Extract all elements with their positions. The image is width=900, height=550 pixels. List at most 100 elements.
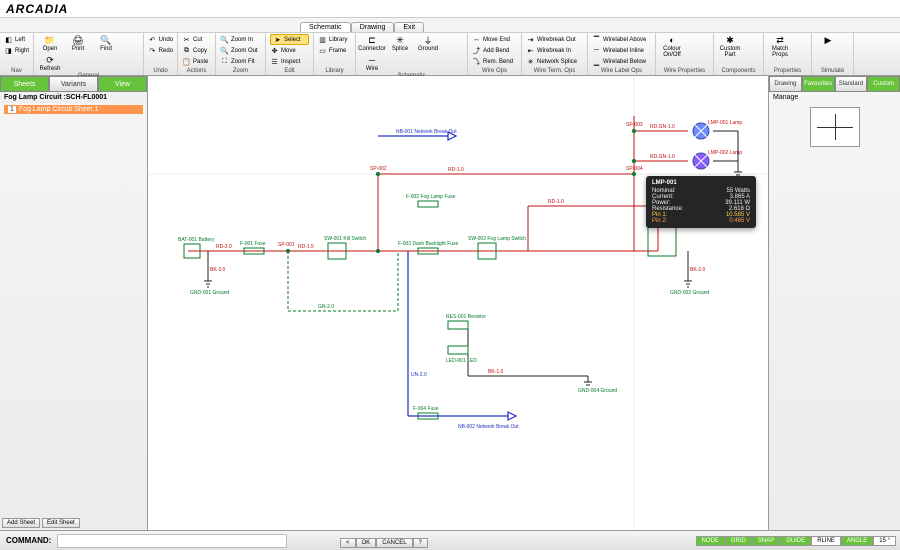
ground-icon: ⏚ <box>422 34 434 46</box>
undo-button[interactable]: ↶Undo <box>148 34 173 45</box>
toggle-guide[interactable]: GUIDE <box>780 536 811 546</box>
wirelabel-below-button[interactable]: ▁Wirelabel Below <box>592 56 651 67</box>
svg-text:GND-001 Ground: GND-001 Ground <box>190 290 229 296</box>
rtab-standard[interactable]: Standard <box>835 76 868 92</box>
edit-sheet-button[interactable]: Edit Sheet <box>42 518 80 528</box>
cmd-back-button[interactable]: < <box>340 538 356 548</box>
svg-text:F-002 Fog Lamp Fuse: F-002 Fog Lamp Fuse <box>406 194 456 200</box>
tab-variants[interactable]: Variants <box>49 76 98 92</box>
frame-button[interactable]: ▭Frame <box>318 45 351 56</box>
match-props-button[interactable]: ⇄Match Props <box>768 34 792 58</box>
nav-right[interactable]: ◨Right <box>4 45 29 56</box>
add-bend-icon: ⤴ <box>472 46 481 55</box>
wirebreak-out-button[interactable]: ⇥Wirebreak Out <box>526 34 583 45</box>
open-button[interactable]: 📁Open <box>38 34 62 52</box>
svg-text:GN-2.0: GN-2.0 <box>318 304 334 310</box>
simulate-button[interactable]: ▶ <box>816 34 840 46</box>
rtab-drawing[interactable]: Drawing <box>769 76 802 92</box>
copy-button[interactable]: ⧉Copy <box>182 45 211 56</box>
tab-exit[interactable]: Exit <box>394 22 424 32</box>
play-icon: ▶ <box>822 34 834 46</box>
ground-button[interactable]: ⏚Ground <box>416 34 440 52</box>
group-undo-label: Undo <box>148 67 173 75</box>
rem-bend-button[interactable]: ⤵Rem. Bend <box>472 56 517 67</box>
move-end-icon: ↔ <box>472 35 481 44</box>
tree-item-index: 1 <box>8 106 16 113</box>
refresh-button[interactable]: ⟳Refresh <box>38 54 62 72</box>
toggle-node[interactable]: NODE <box>696 536 725 546</box>
svg-text:NB-001 Network Break Out: NB-001 Network Break Out <box>396 129 457 135</box>
move-button[interactable]: ✥Move <box>270 45 309 56</box>
tab-drawing[interactable]: Drawing <box>351 22 395 32</box>
tree-item[interactable]: 1 Fog Lamp Circuit Sheet 1 <box>4 105 143 114</box>
square-icon: ◧ <box>4 35 13 44</box>
zoom-fit-button[interactable]: ⛶Zoom Fit <box>220 56 261 67</box>
tab-sheets[interactable]: Sheets <box>0 76 49 92</box>
zoom-in-button[interactable]: 🔍Zoom In <box>220 34 261 45</box>
library-button[interactable]: ▥Library <box>318 34 351 45</box>
label-inline-icon: ─ <box>592 46 601 55</box>
label-above-icon: ▔ <box>592 35 601 44</box>
nav-left[interactable]: ◧Left <box>4 34 29 45</box>
add-sheet-button[interactable]: Add Sheet <box>2 518 40 528</box>
wirebreak-in-button[interactable]: ⇤Wirebreak In <box>526 45 583 56</box>
cmd-ok-button[interactable]: OK <box>356 538 377 548</box>
svg-text:BAT-001 Battery: BAT-001 Battery <box>178 237 215 243</box>
cmd-help-button[interactable]: ? <box>413 538 428 548</box>
svg-text:BK-2.0: BK-2.0 <box>690 267 706 273</box>
print-button[interactable]: 🖨Print <box>66 34 90 52</box>
svg-text:F-003 Dash Backlight Fuse: F-003 Dash Backlight Fuse <box>398 241 459 247</box>
svg-text:RES-001 Resistor: RES-001 Resistor <box>446 314 486 320</box>
rtab-favourites[interactable]: Favourites <box>802 76 835 92</box>
paste-button[interactable]: 📋Paste <box>182 56 211 67</box>
inspect-button[interactable]: ☰Inspect <box>270 56 309 67</box>
rtab-custom[interactable]: Custom <box>867 76 900 92</box>
toggle-snap[interactable]: SNAP <box>752 536 780 546</box>
svg-text:F-004 Fuse: F-004 Fuse <box>413 406 439 412</box>
wirebreak-in-icon: ⇤ <box>526 46 535 55</box>
toggle-angle[interactable]: ANGLE <box>841 536 873 546</box>
splice-icon: ✳ <box>394 34 406 46</box>
svg-text:GND-004 Ground: GND-004 Ground <box>578 388 617 394</box>
colour-icon: ◐ <box>666 34 678 46</box>
cursor-icon: ➤ <box>273 35 282 44</box>
add-bend-button[interactable]: ⤴Add Bend <box>472 45 517 56</box>
move-end-button[interactable]: ↔Move End <box>472 34 517 45</box>
select-button[interactable]: ➤Select <box>270 34 309 45</box>
command-input[interactable] <box>57 534 287 548</box>
wirelabel-inline-button[interactable]: ─Wirelabel Inline <box>592 45 651 56</box>
svg-text:GND-002 Ground: GND-002 Ground <box>670 290 709 296</box>
toggle-rline[interactable]: RLINE <box>811 536 841 546</box>
zoom-out-icon: 🔍 <box>220 46 229 55</box>
toggle-grid[interactable]: GRID <box>725 536 752 546</box>
colour-toggle-button[interactable]: ◐Colour On/Off <box>660 34 684 58</box>
mode-tabs: Schematic Drawing Exit <box>0 18 900 32</box>
network-splice-button[interactable]: ✳Network Splice <box>526 56 583 67</box>
cmd-cancel-button[interactable]: CANCEL <box>376 538 412 548</box>
match-props-icon: ⇄ <box>774 34 786 46</box>
redo-icon: ↷ <box>148 46 157 55</box>
redo-button[interactable]: ↷Redo <box>148 45 173 56</box>
wirelabel-above-button[interactable]: ▔Wirelabel Above <box>592 34 651 45</box>
group-wireprops-label: Wire Properties <box>660 67 709 75</box>
wire-button[interactable]: ─Wire <box>360 54 384 72</box>
symbol-preview[interactable] <box>810 107 860 147</box>
svg-text:LED-001 LED: LED-001 LED <box>446 358 477 364</box>
group-wiretermops-label: Wire Term. Ops <box>526 67 583 75</box>
tooltip-title: LMP-001 <box>652 180 750 186</box>
copy-icon: ⧉ <box>182 46 191 55</box>
svg-text:RD-1.0: RD-1.0 <box>548 199 564 205</box>
zoom-out-button[interactable]: 🔍Zoom Out <box>220 45 261 56</box>
cut-button[interactable]: ✂Cut <box>182 34 211 45</box>
tab-view[interactable]: View <box>98 76 147 92</box>
connector-button[interactable]: ⊏Connector <box>360 34 384 52</box>
group-wirelabelops-label: Wire Label Ops <box>592 67 651 75</box>
custom-part-button[interactable]: ✱Custom Part <box>718 34 742 58</box>
schematic-canvas[interactable]: BAT-001 Battery F-001 Fuse SW-001 Kill S… <box>148 76 768 530</box>
splice-button[interactable]: ✳Splice <box>388 34 412 52</box>
angle-value[interactable]: 15 ° <box>873 536 896 546</box>
schematic-svg: BAT-001 Battery F-001 Fuse SW-001 Kill S… <box>148 76 768 530</box>
find-button[interactable]: 🔍Find <box>94 34 118 52</box>
tab-schematic[interactable]: Schematic <box>300 22 351 32</box>
svg-text:SP-003: SP-003 <box>626 122 643 128</box>
